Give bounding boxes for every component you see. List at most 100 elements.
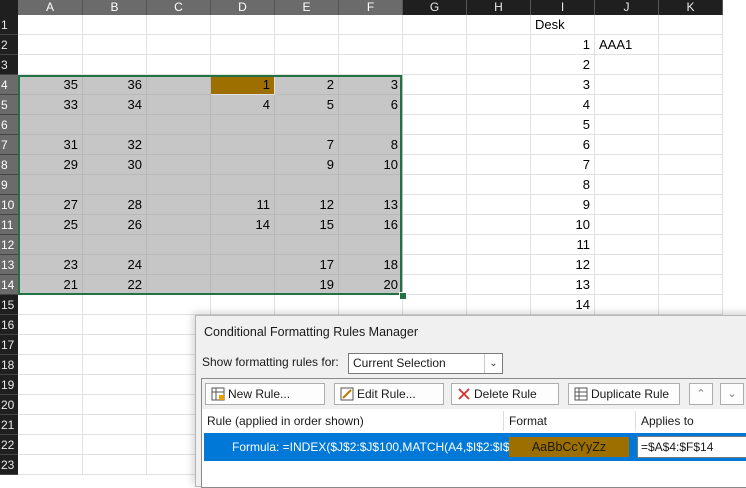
- cell-d3[interactable]: [211, 55, 275, 75]
- cell-e1[interactable]: [275, 15, 339, 35]
- cell-a7[interactable]: 31: [18, 135, 83, 155]
- cell-e4[interactable]: 2: [275, 75, 339, 95]
- cell-j3[interactable]: [595, 55, 659, 75]
- cell-b21[interactable]: [83, 415, 147, 435]
- cell-b1[interactable]: [83, 15, 147, 35]
- cell-d11[interactable]: 14: [211, 215, 275, 235]
- cell-i10[interactable]: 9: [531, 195, 595, 215]
- cell-i6[interactable]: 5: [531, 115, 595, 135]
- column-header-d[interactable]: D: [211, 0, 275, 15]
- cell-c11[interactable]: [147, 215, 211, 235]
- cell-j1[interactable]: [595, 15, 659, 35]
- row-header-20[interactable]: 20: [0, 395, 18, 415]
- cell-f15[interactable]: [339, 295, 403, 315]
- cell-f12[interactable]: [339, 235, 403, 255]
- cell-k3[interactable]: [659, 55, 723, 75]
- cell-k9[interactable]: [659, 175, 723, 195]
- cell-k13[interactable]: [659, 255, 723, 275]
- cell-a5[interactable]: 33: [18, 95, 83, 115]
- cell-g15[interactable]: [403, 295, 467, 315]
- cell-g10[interactable]: [403, 195, 467, 215]
- cell-e7[interactable]: 7: [275, 135, 339, 155]
- cell-j12[interactable]: [595, 235, 659, 255]
- cell-c12[interactable]: [147, 235, 211, 255]
- cell-i8[interactable]: 7: [531, 155, 595, 175]
- cell-h1[interactable]: [467, 15, 531, 35]
- move-up-button[interactable]: ⌃: [689, 383, 713, 405]
- row-header-6[interactable]: 6: [0, 115, 18, 135]
- cell-e14[interactable]: 19: [275, 275, 339, 295]
- cell-g9[interactable]: [403, 175, 467, 195]
- cell-a19[interactable]: [18, 375, 83, 395]
- cell-b7[interactable]: 32: [83, 135, 147, 155]
- cell-d10[interactable]: 11: [211, 195, 275, 215]
- cell-a11[interactable]: 25: [18, 215, 83, 235]
- edit-rule-button[interactable]: Edit Rule...: [334, 383, 444, 405]
- cell-j2[interactable]: AAA1: [595, 35, 659, 55]
- cell-f1[interactable]: [339, 15, 403, 35]
- row-header-4[interactable]: 4: [0, 75, 18, 95]
- rule-row[interactable]: Formula: =INDEX($J$2:$J$100,MATCH(A4,$I$…: [204, 433, 746, 461]
- cell-h10[interactable]: [467, 195, 531, 215]
- cell-a8[interactable]: 29: [18, 155, 83, 175]
- cell-c6[interactable]: [147, 115, 211, 135]
- cell-k8[interactable]: [659, 155, 723, 175]
- cell-b18[interactable]: [83, 355, 147, 375]
- cell-f7[interactable]: 8: [339, 135, 403, 155]
- row-header-15[interactable]: 15: [0, 295, 18, 315]
- column-header-e[interactable]: E: [275, 0, 339, 15]
- cell-f11[interactable]: 16: [339, 215, 403, 235]
- cell-c8[interactable]: [147, 155, 211, 175]
- cell-e10[interactable]: 12: [275, 195, 339, 215]
- show-rules-dropdown[interactable]: Current Selection ⌄: [348, 353, 503, 374]
- cell-a22[interactable]: [18, 435, 83, 455]
- cell-f6[interactable]: [339, 115, 403, 135]
- cell-e13[interactable]: 17: [275, 255, 339, 275]
- cell-g12[interactable]: [403, 235, 467, 255]
- cell-a15[interactable]: [18, 295, 83, 315]
- cell-k6[interactable]: [659, 115, 723, 135]
- new-rule-button[interactable]: New Rule...: [205, 383, 325, 405]
- cell-g7[interactable]: [403, 135, 467, 155]
- cell-e5[interactable]: 5: [275, 95, 339, 115]
- cell-j15[interactable]: [595, 295, 659, 315]
- cell-c4[interactable]: [147, 75, 211, 95]
- cell-b13[interactable]: 24: [83, 255, 147, 275]
- cell-j13[interactable]: [595, 255, 659, 275]
- cell-e9[interactable]: [275, 175, 339, 195]
- cell-h2[interactable]: [467, 35, 531, 55]
- cell-i5[interactable]: 4: [531, 95, 595, 115]
- cell-d9[interactable]: [211, 175, 275, 195]
- cell-d6[interactable]: [211, 115, 275, 135]
- cell-i1[interactable]: Desk: [531, 15, 595, 35]
- cell-c2[interactable]: [147, 35, 211, 55]
- cell-e3[interactable]: [275, 55, 339, 75]
- cell-a1[interactable]: [18, 15, 83, 35]
- cell-d4[interactable]: 1: [211, 75, 275, 95]
- cell-a9[interactable]: [18, 175, 83, 195]
- cell-b16[interactable]: [83, 315, 147, 335]
- cell-k2[interactable]: [659, 35, 723, 55]
- cell-i7[interactable]: 6: [531, 135, 595, 155]
- cell-h4[interactable]: [467, 75, 531, 95]
- cell-a23[interactable]: [18, 455, 83, 475]
- cell-b15[interactable]: [83, 295, 147, 315]
- cell-a10[interactable]: 27: [18, 195, 83, 215]
- cell-b8[interactable]: 30: [83, 155, 147, 175]
- column-header-j[interactable]: J: [595, 0, 659, 15]
- row-header-14[interactable]: 14: [0, 275, 18, 295]
- row-header-12[interactable]: 12: [0, 235, 18, 255]
- cell-b3[interactable]: [83, 55, 147, 75]
- cell-k12[interactable]: [659, 235, 723, 255]
- cell-i13[interactable]: 12: [531, 255, 595, 275]
- cell-b17[interactable]: [83, 335, 147, 355]
- cell-b20[interactable]: [83, 395, 147, 415]
- cell-h14[interactable]: [467, 275, 531, 295]
- cell-g6[interactable]: [403, 115, 467, 135]
- column-header-c[interactable]: C: [147, 0, 211, 15]
- column-header-h[interactable]: H: [467, 0, 531, 15]
- row-header-21[interactable]: 21: [0, 415, 18, 435]
- row-header-13[interactable]: 13: [0, 255, 18, 275]
- cell-h5[interactable]: [467, 95, 531, 115]
- cell-k1[interactable]: [659, 15, 723, 35]
